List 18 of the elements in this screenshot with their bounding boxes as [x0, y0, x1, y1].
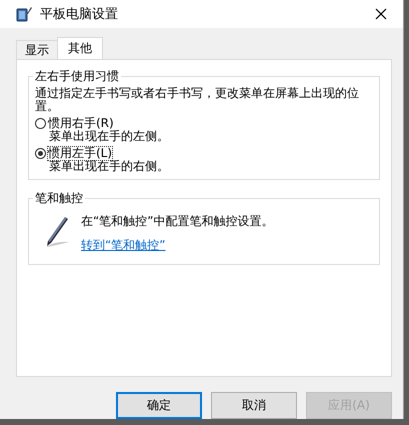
option-detail: 菜单出现在手的右侧。	[49, 160, 170, 173]
close-icon	[375, 8, 387, 20]
description-text: 通过指定左手书写或者右手书写，更改菜单在屏幕上出现的位置。	[35, 87, 360, 113]
option-detail: 菜单出现在手的左侧。	[49, 130, 170, 143]
radio-label[interactable]: 惯用右手(R)	[48, 117, 114, 130]
dialog-button[interactable]: 取消	[211, 392, 297, 419]
group-title: 左右手使用习惯	[34, 68, 120, 85]
description-text: 在“笔和触控”中配置笔和触控设置。	[81, 215, 274, 228]
window-title: 平板电脑设置	[40, 6, 119, 23]
tab[interactable]: 显示	[16, 40, 58, 59]
tab[interactable]: 其他	[57, 37, 103, 59]
group-title: 笔和触控	[34, 190, 84, 207]
tablet-pen-icon	[16, 6, 32, 22]
radio-button[interactable]	[35, 118, 46, 129]
radio-button[interactable]	[35, 148, 46, 159]
dialog-button[interactable]: 确定	[116, 392, 202, 419]
pen-touch-link[interactable]: 转到“笔和触控”	[81, 237, 274, 254]
radio-label[interactable]: 惯用左手(L)	[48, 147, 112, 160]
